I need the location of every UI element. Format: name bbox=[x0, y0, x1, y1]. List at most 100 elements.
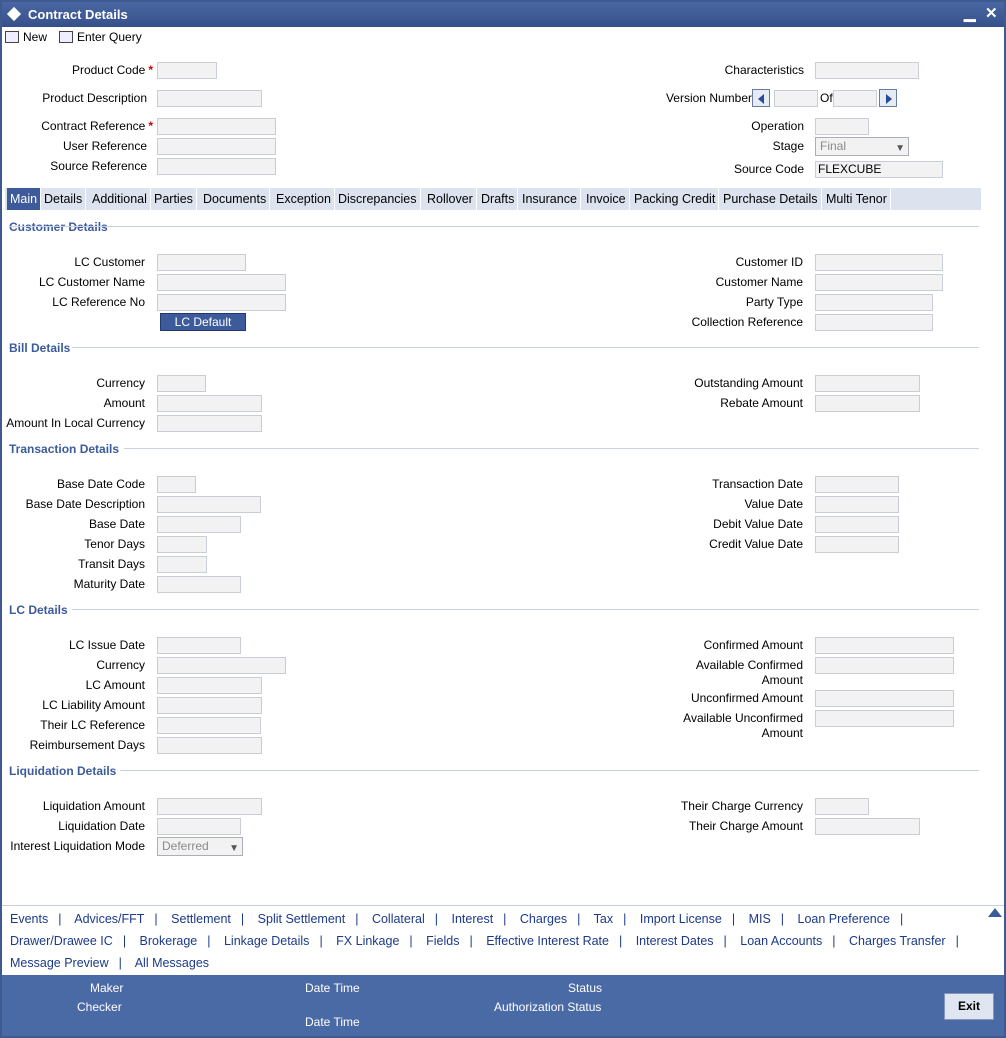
link-loan-accounts[interactable]: Loan Accounts bbox=[740, 934, 822, 948]
version-next-button[interactable] bbox=[879, 89, 897, 107]
status-label: Status bbox=[568, 981, 603, 995]
link-settlement[interactable]: Settlement bbox=[171, 912, 231, 926]
debit-value-date-input[interactable] bbox=[815, 516, 899, 533]
bill-currency-input[interactable] bbox=[157, 375, 206, 392]
tab-multi-tenor[interactable]: Multi Tenor bbox=[823, 188, 891, 210]
enter-query-button[interactable]: Enter Query bbox=[59, 30, 142, 44]
link-linkage-details[interactable]: Linkage Details bbox=[224, 934, 309, 948]
chevron-down-icon: ▼ bbox=[895, 143, 905, 154]
contract-reference-input[interactable] bbox=[157, 118, 276, 135]
user-reference-input[interactable] bbox=[157, 138, 276, 155]
base-date-description-input[interactable] bbox=[157, 496, 261, 513]
tab-packing-credit[interactable]: Packing Credit bbox=[631, 188, 720, 210]
lc-details-heading: LC Details bbox=[9, 603, 68, 617]
tenor-days-input[interactable] bbox=[157, 536, 207, 553]
link-tax[interactable]: Tax bbox=[594, 912, 613, 926]
link-brokerage[interactable]: Brokerage bbox=[140, 934, 198, 948]
tab-drafts[interactable]: Drafts bbox=[478, 188, 519, 210]
their-charge-currency-label: Their Charge Currency bbox=[680, 799, 803, 813]
minimize-button[interactable]: ▁ bbox=[964, 4, 976, 22]
value-date-input[interactable] bbox=[815, 496, 899, 513]
maker-date-time-label: Date Time bbox=[305, 981, 360, 995]
version-total-input[interactable] bbox=[833, 90, 877, 107]
collection-reference-input[interactable] bbox=[815, 314, 933, 331]
their-charge-currency-input[interactable] bbox=[815, 798, 869, 815]
source-reference-input[interactable] bbox=[157, 158, 276, 175]
credit-value-date-input[interactable] bbox=[815, 536, 899, 553]
link-interest-dates[interactable]: Interest Dates bbox=[636, 934, 714, 948]
characteristics-input[interactable] bbox=[815, 62, 919, 79]
tab-main[interactable]: Main bbox=[7, 188, 42, 210]
lc-liability-amount-input[interactable] bbox=[157, 697, 262, 714]
link-drawer-drawee-ic[interactable]: Drawer/Drawee IC bbox=[10, 934, 113, 948]
exit-button[interactable]: Exit bbox=[944, 993, 994, 1020]
tab-purchase-details[interactable]: Purchase Details bbox=[720, 188, 822, 210]
their-lc-reference-input[interactable] bbox=[157, 717, 261, 734]
source-code-input[interactable]: FLEXCUBE bbox=[815, 161, 943, 178]
link-effective-interest-rate[interactable]: Effective Interest Rate bbox=[486, 934, 609, 948]
interest-liquidation-mode-select[interactable]: Deferred ▼ bbox=[157, 837, 243, 856]
lc-issue-date-input[interactable] bbox=[157, 637, 241, 654]
tab-discrepancies[interactable]: Discrepancies bbox=[335, 188, 421, 210]
user-reference-label: User Reference bbox=[62, 139, 147, 153]
tab-invoice[interactable]: Invoice bbox=[583, 188, 630, 210]
link-split-settlement[interactable]: Split Settlement bbox=[258, 912, 346, 926]
tab-documents[interactable]: Documents bbox=[200, 188, 271, 210]
tab-additional[interactable]: Additional bbox=[89, 188, 151, 210]
bill-amount-input[interactable] bbox=[157, 395, 262, 412]
lc-currency-input[interactable] bbox=[157, 657, 286, 674]
link-events[interactable]: Events bbox=[10, 912, 48, 926]
stage-select[interactable]: Final ▼ bbox=[815, 137, 909, 156]
lc-customer-input[interactable] bbox=[157, 254, 246, 271]
reimbursement-days-input[interactable] bbox=[157, 737, 262, 754]
available-confirmed-amount-input[interactable] bbox=[815, 657, 954, 674]
unconfirmed-amount-input[interactable] bbox=[815, 690, 954, 707]
link-collateral[interactable]: Collateral bbox=[372, 912, 425, 926]
tab-details[interactable]: Details bbox=[41, 188, 87, 210]
amount-local-currency-input[interactable] bbox=[157, 415, 262, 432]
lc-reference-no-input[interactable] bbox=[157, 294, 286, 311]
link-fx-linkage[interactable]: FX Linkage bbox=[336, 934, 399, 948]
link-interest[interactable]: Interest bbox=[451, 912, 493, 926]
lc-amount-input[interactable] bbox=[157, 677, 262, 694]
link-fields[interactable]: Fields bbox=[426, 934, 459, 948]
tab-exception[interactable]: Exception bbox=[273, 188, 335, 210]
tab-rollover[interactable]: Rollover bbox=[424, 188, 477, 210]
their-charge-amount-input[interactable] bbox=[815, 818, 920, 835]
party-type-input[interactable] bbox=[815, 294, 933, 311]
link-mis[interactable]: MIS bbox=[749, 912, 771, 926]
version-number-input[interactable] bbox=[774, 90, 818, 107]
customer-name-input[interactable] bbox=[815, 274, 943, 291]
rebate-amount-input[interactable] bbox=[815, 395, 920, 412]
version-previous-button[interactable] bbox=[752, 89, 770, 107]
liquidation-date-input[interactable] bbox=[157, 818, 241, 835]
available-unconfirmed-amount-input[interactable] bbox=[815, 710, 954, 727]
outstanding-amount-input[interactable] bbox=[815, 375, 920, 392]
link-advices-fft[interactable]: Advices/FFT bbox=[74, 912, 144, 926]
close-button[interactable]: ✕ bbox=[985, 4, 998, 22]
tab-insurance[interactable]: Insurance bbox=[519, 188, 581, 210]
confirmed-amount-input[interactable] bbox=[815, 637, 954, 654]
transit-days-input[interactable] bbox=[157, 556, 207, 573]
product-code-input[interactable] bbox=[157, 62, 217, 79]
link-all-messages[interactable]: All Messages bbox=[135, 956, 209, 970]
link-message-preview[interactable]: Message Preview bbox=[10, 956, 109, 970]
tab-parties[interactable]: Parties bbox=[151, 188, 197, 210]
link-import-license[interactable]: Import License bbox=[640, 912, 722, 926]
new-button[interactable]: New bbox=[5, 30, 47, 44]
transaction-date-input[interactable] bbox=[815, 476, 899, 493]
maturity-date-input[interactable] bbox=[157, 576, 241, 593]
base-date-code-input[interactable] bbox=[157, 476, 196, 493]
base-date-input[interactable] bbox=[157, 516, 241, 533]
liquidation-amount-input[interactable] bbox=[157, 798, 262, 815]
lc-default-button[interactable]: LC Default bbox=[160, 313, 246, 331]
link-charges[interactable]: Charges bbox=[520, 912, 567, 926]
link-charges-transfer[interactable]: Charges Transfer bbox=[849, 934, 946, 948]
customer-id-input[interactable] bbox=[815, 254, 943, 271]
operation-input[interactable] bbox=[815, 118, 869, 135]
product-description-input[interactable] bbox=[157, 90, 262, 107]
transaction-date-label: Transaction Date bbox=[712, 477, 803, 491]
link-loan-preference[interactable]: Loan Preference bbox=[798, 912, 890, 926]
lc-customer-name-input[interactable] bbox=[157, 274, 286, 291]
scroll-up-icon[interactable] bbox=[988, 908, 1002, 917]
